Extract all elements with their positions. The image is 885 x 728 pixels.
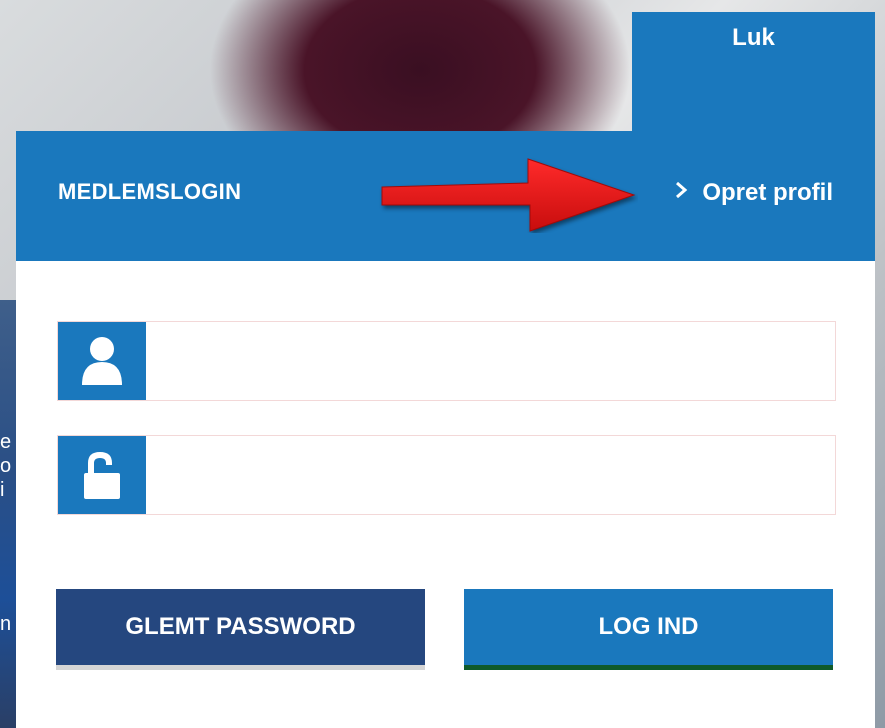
login-panel: MEDLEMSLOGIN Opret profil GLEMT PASSWORD… [16, 131, 875, 728]
password-input[interactable] [146, 436, 834, 514]
panel-title: MEDLEMSLOGIN [58, 179, 242, 204]
background-partial-text: e o i n [0, 430, 14, 636]
password-field [57, 435, 836, 515]
forgot-password-button[interactable]: GLEMT PASSWORD [56, 589, 425, 665]
login-panel-header: MEDLEMSLOGIN Opret profil [16, 131, 875, 261]
background-text-char: n [0, 613, 12, 635]
close-button-label: Luk [732, 24, 775, 51]
background-text-char: o [0, 455, 12, 477]
chevron-right-icon [674, 180, 688, 206]
create-profile-link[interactable]: Opret profil [674, 179, 833, 207]
background-text-char: i [0, 479, 5, 501]
unlocked-padlock-icon [58, 436, 146, 514]
close-button[interactable]: Luk [632, 12, 875, 132]
red-arrow-icon [381, 158, 636, 232]
username-field [57, 321, 836, 401]
page: e o i n Luk MEDLEMSLOGIN Opret profil GL… [0, 0, 885, 728]
user-icon [58, 322, 146, 400]
login-button[interactable]: LOG IND [464, 589, 833, 665]
background-text-char: e [0, 431, 12, 453]
create-profile-label: Opret profil [702, 179, 833, 206]
username-input[interactable] [146, 322, 834, 400]
